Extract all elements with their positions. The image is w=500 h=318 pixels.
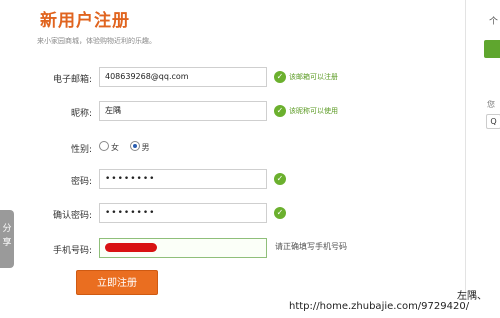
register-button[interactable]: 立即注册 <box>76 270 158 295</box>
watermark-url: http://home.zhubajie.com/9729420/ <box>289 301 470 312</box>
email-label: 电子邮箱: <box>52 75 92 85</box>
email-row: 电子邮箱: 408639268@qq.com ✓ 该邮箱可以注册 <box>0 67 470 91</box>
nickname-status: 该昵称可以使用 <box>289 107 338 115</box>
gender-option-label: 女 <box>111 143 119 152</box>
gender-options: 女 男 <box>99 141 158 153</box>
phone-label: 手机号码: <box>52 246 92 256</box>
password-label: 密码: <box>70 177 92 187</box>
password-row: 密码: •••••••• ✓ <box>0 169 470 193</box>
nickname-row: 昵称: 左隅 ✓ 该昵称可以使用 <box>0 101 470 125</box>
check-circle-icon: ✓ <box>274 207 286 219</box>
side-label: 您 <box>487 100 495 109</box>
radio-icon[interactable] <box>129 141 140 151</box>
page-title: 新用户注册 <box>40 11 130 31</box>
share-tab[interactable]: 分享 <box>0 210 14 268</box>
watermark-name: 左隅、 <box>457 291 487 302</box>
side-green-button[interactable] <box>484 40 500 58</box>
check-circle-icon: ✓ <box>274 71 286 83</box>
confirm-password-row: 确认密码: •••••••• ✓ <box>0 203 470 227</box>
phone-hint: 请正确填写手机号码 <box>275 242 347 251</box>
email-field[interactable]: 408639268@qq.com <box>99 67 267 87</box>
gender-row: 性别: 女 男 <box>0 137 470 161</box>
confirm-password-field[interactable]: •••••••• <box>99 203 267 223</box>
radio-icon[interactable] <box>99 141 109 151</box>
phone-field[interactable] <box>99 238 267 258</box>
nickname-field[interactable]: 左隅 <box>99 101 267 121</box>
side-tag: 个 <box>489 17 499 27</box>
confirm-password-label: 确认密码: <box>52 211 92 221</box>
email-status: 该邮箱可以注册 <box>289 73 338 81</box>
redaction-scribble <box>105 243 157 252</box>
gender-option-label: 男 <box>141 143 150 152</box>
phone-row: 手机号码: 请正确填写手机号码 <box>0 238 470 262</box>
qq-icon[interactable]: Q <box>486 114 500 129</box>
nickname-label: 昵称: <box>70 109 92 119</box>
gender-option-female[interactable]: 女 <box>99 141 119 152</box>
gender-label: 性别: <box>70 145 92 155</box>
password-field[interactable]: •••••••• <box>99 169 267 189</box>
gender-option-male[interactable]: 男 <box>129 141 150 152</box>
check-circle-icon: ✓ <box>274 173 286 185</box>
check-circle-icon: ✓ <box>274 105 286 117</box>
page-subtitle: 来小家园商城，体验购物近利的乐趣。 <box>37 37 156 45</box>
